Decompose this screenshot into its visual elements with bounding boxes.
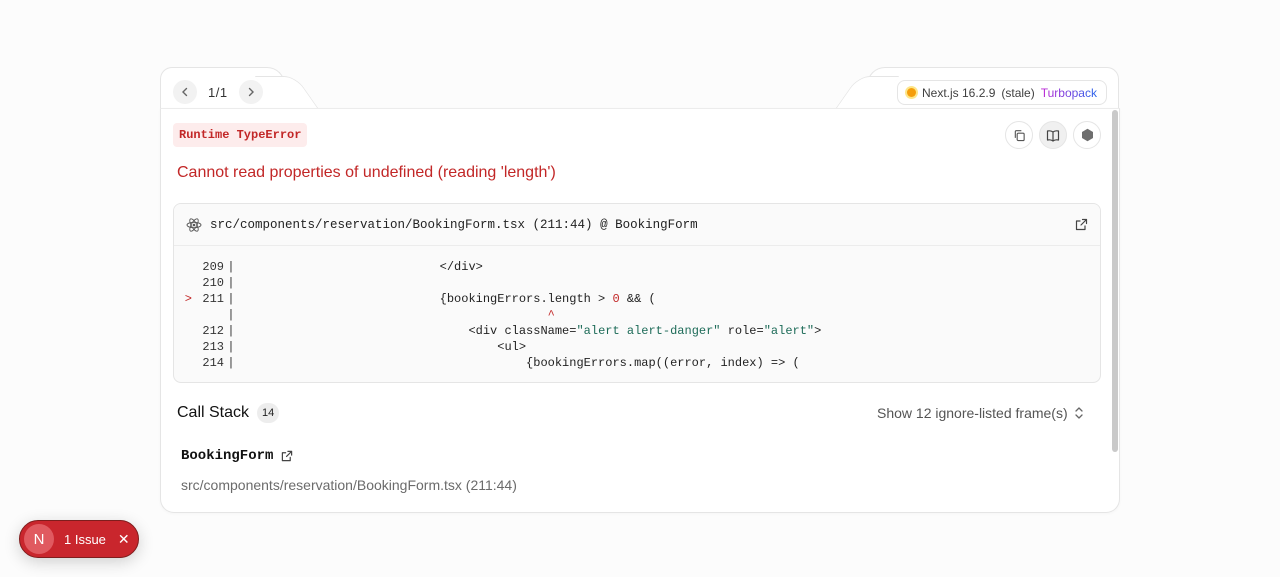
gutter-separator: | xyxy=(227,292,235,306)
line-code: <ul> xyxy=(238,340,527,354)
stack-frame-function: BookingForm xyxy=(181,448,274,464)
code-frame-header: src/components/reservation/BookingForm.t… xyxy=(174,204,1100,246)
code-line: 210 | xyxy=(174,275,1100,291)
gutter-separator: | xyxy=(227,356,235,370)
chevron-left-icon xyxy=(182,87,188,97)
line-number: 210 xyxy=(202,276,224,290)
stale-status-dot xyxy=(907,88,916,97)
version-status: (stale) xyxy=(1001,85,1035,100)
code-line: 213 | <ul> xyxy=(174,339,1100,355)
error-pager: 1/1 xyxy=(173,80,263,104)
gutter-separator: | xyxy=(227,260,235,274)
error-overlay: 1/1 Next.js 16.2.9 (stale) Turbopack Run… xyxy=(0,0,1280,577)
code-line: >211 | {bookingErrors.length > 0 && ( xyxy=(174,291,1100,307)
dialog-scrollbar[interactable] xyxy=(1112,110,1118,452)
call-stack-count: 14 xyxy=(257,403,280,423)
close-icon[interactable]: ✕ xyxy=(118,531,130,548)
code-frame-file: src/components/reservation/BookingForm.t… xyxy=(210,217,698,232)
copy-icon xyxy=(1014,129,1025,141)
call-stack-title: Call Stack xyxy=(177,404,250,421)
version-badge[interactable]: Next.js 16.2.9 (stale) Turbopack xyxy=(897,80,1107,105)
open-in-editor-icon[interactable] xyxy=(1075,218,1088,231)
error-toolbar xyxy=(1005,121,1101,149)
code-lines: 209 | </div> 210 | >211 | {bookingErrors.leng… xyxy=(174,246,1100,371)
chevron-right-icon xyxy=(248,87,254,97)
error-line-marker xyxy=(174,355,192,371)
line-number: 212 xyxy=(202,324,224,338)
line-code: ^ xyxy=(238,308,555,322)
react-icon xyxy=(186,217,202,232)
error-line-marker xyxy=(174,275,192,291)
previous-error-button[interactable] xyxy=(173,80,197,104)
docs-button[interactable] xyxy=(1039,121,1067,149)
error-message: Cannot read properties of undefined (rea… xyxy=(177,164,556,181)
error-line-marker xyxy=(174,259,192,275)
stack-frame-name: BookingForm xyxy=(181,448,293,464)
line-code: </div> xyxy=(238,260,483,274)
stack-frame-path: src/components/reservation/BookingForm.t… xyxy=(181,477,517,493)
issues-badge[interactable]: N 1 Issue ✕ xyxy=(19,520,139,558)
show-ignored-frames-button[interactable]: Show 12 ignore-listed frame(s) xyxy=(877,403,1084,423)
pager-count: 1/1 xyxy=(208,84,228,100)
gutter-separator: | xyxy=(227,324,235,338)
line-number: 213 xyxy=(202,340,224,354)
gutter-separator: | xyxy=(227,340,235,354)
code-line: 214 | {bookingErrors.map((error, index) =… xyxy=(174,355,1100,371)
bundler-name: Turbopack xyxy=(1040,85,1097,100)
error-line-marker xyxy=(174,323,192,339)
line-code: {bookingErrors.length > 0 && ( xyxy=(238,292,656,306)
code-line: 212 | <div className="alert alert-danger"… xyxy=(174,323,1100,339)
line-number: 214 xyxy=(202,356,224,370)
issues-count[interactable]: 1 Issue xyxy=(64,532,106,547)
code-line: 209 | </div> xyxy=(174,259,1100,275)
open-in-editor-icon[interactable] xyxy=(281,450,293,462)
code-frame: src/components/reservation/BookingForm.t… xyxy=(173,203,1101,383)
error-type-badge: Runtime TypeError xyxy=(173,123,308,147)
line-code: <div className="alert alert-danger" role… xyxy=(238,324,822,338)
nextjs-version: Next.js 16.2.9 xyxy=(922,85,996,100)
nodejs-inspector-button[interactable] xyxy=(1073,121,1101,149)
line-number: 211 xyxy=(202,292,224,306)
show-ignored-frames-label: Show 12 ignore-listed frame(s) xyxy=(877,405,1068,421)
next-error-button[interactable] xyxy=(238,80,263,104)
code-line: | ^ xyxy=(174,307,1100,323)
line-number: 209 xyxy=(202,260,224,274)
book-icon xyxy=(1046,129,1060,142)
call-stack-heading: Call Stack 14 xyxy=(177,403,280,423)
gutter-separator: | xyxy=(227,276,235,290)
nextjs-logo: N xyxy=(24,524,54,554)
hexagon-icon xyxy=(1081,128,1093,142)
chevron-up-down-icon xyxy=(1074,407,1083,419)
line-number xyxy=(192,307,224,323)
gutter-separator: | xyxy=(227,308,235,322)
copy-error-button[interactable] xyxy=(1005,121,1033,149)
line-code: {bookingErrors.map((error, index) => ( xyxy=(238,356,800,370)
error-line-marker xyxy=(174,339,192,355)
error-line-marker xyxy=(174,307,192,323)
error-line-marker: > xyxy=(184,292,192,306)
